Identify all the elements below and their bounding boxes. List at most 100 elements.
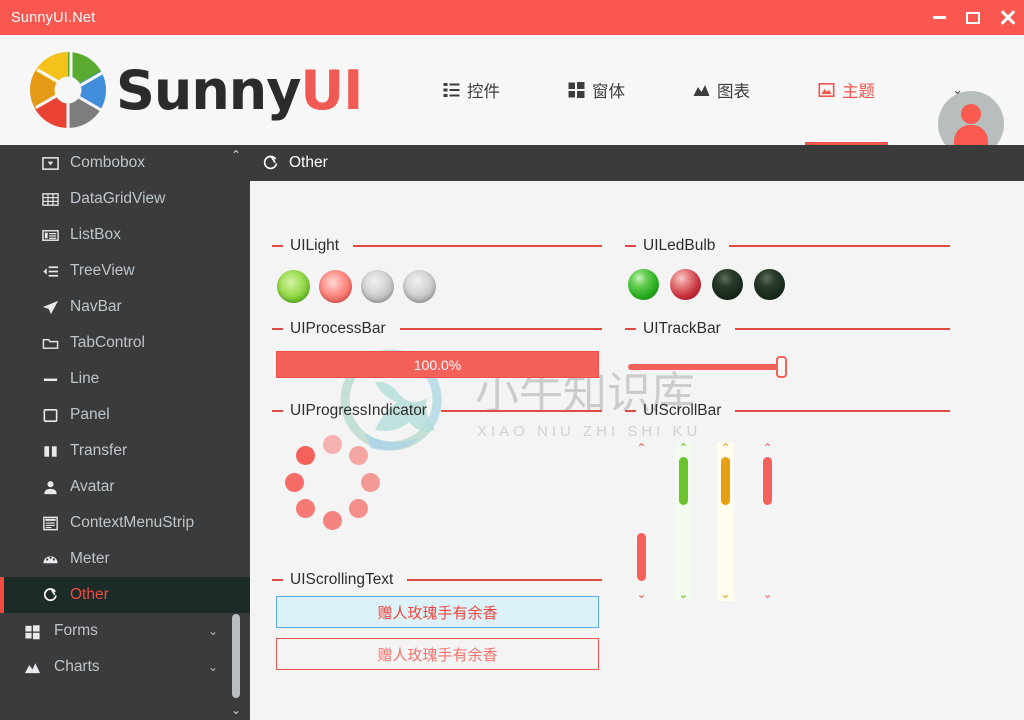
line-icon xyxy=(40,370,60,388)
scroll-thumb[interactable] xyxy=(763,457,772,505)
application-window: SunnyUI.Net SunnyUI 控件 窗体 图表 主题 ⌄ Combob… xyxy=(0,0,1024,720)
uilight-3[interactable] xyxy=(403,270,436,303)
sidebar-item-other[interactable]: Other xyxy=(0,577,250,613)
scroll-down-icon[interactable]: ⌄ xyxy=(675,588,692,601)
sidebar-item-avatar[interactable]: Avatar xyxy=(0,469,250,505)
group-header-uiledbulb: UILedBulb xyxy=(625,237,950,255)
app-header: SunnyUI 控件 窗体 图表 主题 ⌄ xyxy=(0,35,1024,157)
uiscrollbar-2[interactable]: ⌃ ⌄ xyxy=(717,442,734,601)
sidebar-item-treeview[interactable]: TreeView xyxy=(0,253,250,289)
scroll-thumb[interactable] xyxy=(637,533,646,581)
uiledbulb-2[interactable] xyxy=(712,269,743,300)
sidebar-item-label: Transfer xyxy=(70,442,128,459)
group-label: UILight xyxy=(290,237,340,254)
progress-dot xyxy=(322,434,342,454)
group-dash xyxy=(625,328,636,330)
sidebar-item-forms[interactable]: Forms ⌄ xyxy=(0,613,250,649)
group-label: UILedBulb xyxy=(643,237,716,254)
watermark-pinyin: XIAO NIU ZHI SHI KU xyxy=(477,423,701,440)
group-line xyxy=(734,328,950,330)
sidebar-scrollbar[interactable]: ⌃ ⌄ xyxy=(228,145,244,720)
windows-icon xyxy=(568,82,585,98)
sidebar-scroll-up-icon[interactable]: ⌃ xyxy=(228,147,244,163)
sidebar-item-list: Combobox DataGridView ListBox TreeView NavBa… xyxy=(0,145,250,685)
uitrackbar-track[interactable] xyxy=(628,364,780,370)
uiscrollingtext-label: 赠人玫瑰手有余香 xyxy=(377,604,498,622)
scroll-thumb[interactable] xyxy=(721,457,730,505)
nav-tab-forms[interactable]: 窗体 xyxy=(555,35,638,145)
uitrackbar[interactable] xyxy=(628,355,796,379)
uiscrollbar-3[interactable]: ⌃ ⌄ xyxy=(759,442,776,601)
sidebar-item-combobox[interactable]: Combobox xyxy=(0,145,250,181)
uiledbulb-3[interactable] xyxy=(754,269,785,300)
content-body: 小牛知识库 XIAO NIU ZHI SHI KU UILight UILedB… xyxy=(250,181,1024,720)
window-title: SunnyUI.Net xyxy=(11,9,96,26)
group-dash xyxy=(272,328,283,330)
sidebar-scroll-down-icon[interactable]: ⌄ xyxy=(228,702,244,718)
uilight-1[interactable] xyxy=(319,270,352,303)
sidebar-item-charts[interactable]: Charts ⌄ xyxy=(0,649,250,685)
close-icon xyxy=(1000,10,1015,25)
other-icon xyxy=(263,155,278,169)
grid-icon xyxy=(40,190,60,208)
sidebar-item-tabcontrol[interactable]: TabControl xyxy=(0,325,250,361)
scroll-up-icon[interactable]: ⌃ xyxy=(759,442,776,455)
chevron-down-icon[interactable]: ⌄ xyxy=(208,660,218,674)
scroll-up-icon[interactable]: ⌃ xyxy=(633,442,650,455)
brand-name: SunnyUI xyxy=(116,58,363,122)
sidebar-item-meter[interactable]: Meter xyxy=(0,541,250,577)
brand-name-primary: Sunny xyxy=(116,58,301,122)
uiscrollingtext-1[interactable]: 赠人玫瑰手有余香 xyxy=(276,638,599,670)
group-line xyxy=(407,579,602,581)
group-header-uitrackbar: UITrackBar xyxy=(625,320,950,338)
nav-tab-label: 控件 xyxy=(467,83,500,101)
sidebar-item-navbar[interactable]: NavBar xyxy=(0,289,250,325)
uiprogressindicator[interactable] xyxy=(284,434,380,530)
sidebar-item-listbox[interactable]: ListBox xyxy=(0,217,250,253)
sidebar-item-datagridview[interactable]: DataGridView xyxy=(0,181,250,217)
uiledbulb-0[interactable] xyxy=(628,269,659,300)
maximize-button[interactable] xyxy=(956,0,990,35)
uilight-0[interactable] xyxy=(277,270,310,303)
content-header: Other xyxy=(250,145,1024,181)
progress-dot xyxy=(295,445,315,465)
chevron-down-icon[interactable]: ⌄ xyxy=(208,624,218,638)
scroll-up-icon[interactable]: ⌃ xyxy=(675,442,692,455)
nav-tab-controls[interactable]: 控件 xyxy=(430,35,513,145)
sidebar-scroll-thumb[interactable] xyxy=(232,614,240,698)
nav-tab-themes[interactable]: 主题 xyxy=(805,35,888,145)
scroll-down-icon[interactable]: ⌄ xyxy=(717,588,734,601)
list-icon xyxy=(443,83,460,97)
scroll-down-icon[interactable]: ⌄ xyxy=(759,588,776,601)
uiscrollbar-0[interactable]: ⌃ ⌄ xyxy=(633,442,650,601)
sidebar-item-panel[interactable]: Panel xyxy=(0,397,250,433)
group-line xyxy=(353,245,602,247)
sidebar-item-transfer[interactable]: Transfer xyxy=(0,433,250,469)
close-button[interactable] xyxy=(990,0,1024,35)
group-label: UIScrollBar xyxy=(643,402,722,419)
group-line xyxy=(735,410,950,412)
nav-tab-label: 图表 xyxy=(717,83,750,101)
scroll-up-icon[interactable]: ⌃ xyxy=(717,442,734,455)
treeview-icon xyxy=(40,262,60,280)
title-bar: SunnyUI.Net xyxy=(0,0,1024,35)
uilight-2[interactable] xyxy=(361,270,394,303)
uiprocessbar[interactable]: 100.0% xyxy=(276,351,599,378)
image-icon xyxy=(818,82,835,97)
scroll-thumb[interactable] xyxy=(679,457,688,505)
scroll-down-icon[interactable]: ⌄ xyxy=(633,588,650,601)
group-label: UIProcessBar xyxy=(290,320,386,337)
uiledbulb-1[interactable] xyxy=(670,269,701,300)
nav-tab-charts[interactable]: 图表 xyxy=(680,35,763,145)
progress-dot xyxy=(360,472,380,492)
menustrip-icon xyxy=(40,514,60,532)
sidebar-item-contextmenustrip[interactable]: ContextMenuStrip xyxy=(0,505,250,541)
minimize-button[interactable] xyxy=(922,0,956,35)
uiscrollingtext-0[interactable]: 赠人玫瑰手有余香 xyxy=(276,596,599,628)
uiscrollbar-1[interactable]: ⌃ ⌄ xyxy=(675,442,692,601)
uitrackbar-thumb[interactable] xyxy=(776,356,787,378)
sidebar-item-line[interactable]: Line xyxy=(0,361,250,397)
brand-logo: SunnyUI xyxy=(30,52,363,128)
group-dash xyxy=(625,245,636,247)
uiprocessbar-value-label: 100.0% xyxy=(413,356,462,373)
